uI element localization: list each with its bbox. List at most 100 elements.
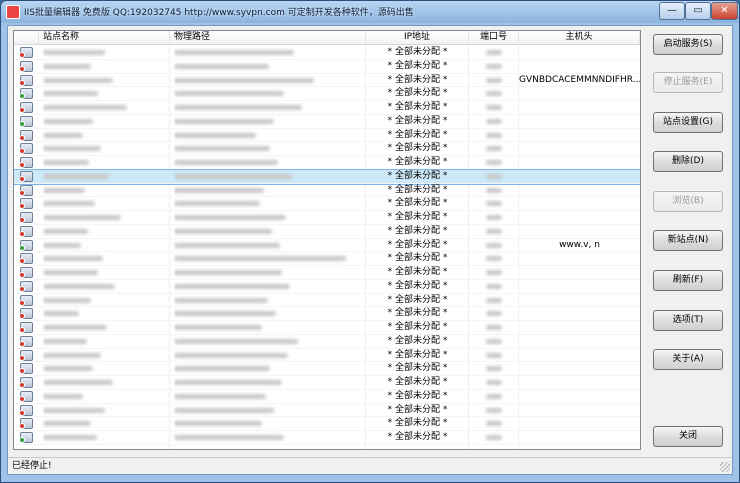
table-row[interactable]: * 全部未分配 * — [14, 197, 640, 211]
table-row[interactable]: * 全部未分配 * — [14, 349, 640, 363]
client-area: 站点名称 物理路径 IP地址 端口号 主机头 * 全部未分配 * * 全部未分配 … — [7, 25, 733, 475]
title-bar[interactable]: IIS批量编辑器 免费版 QQ:192032745 http://www.syv… — [1, 1, 739, 23]
host-header-cell — [519, 184, 640, 198]
column-header-name[interactable]: 站点名称 — [39, 31, 170, 45]
table-row[interactable]: * 全部未分配 * — [14, 142, 640, 156]
redacted-text — [486, 256, 502, 262]
close-button[interactable]: 关闭 — [653, 426, 723, 447]
table-row[interactable]: * 全部未分配 * — [14, 115, 640, 129]
redacted-text — [486, 132, 502, 138]
new-site-button[interactable]: 新站点(N) — [653, 230, 723, 251]
table-row[interactable]: * 全部未分配 * — [14, 252, 640, 266]
host-header-cell: www.v, n — [559, 239, 600, 250]
table-row[interactable]: * 全部未分配 * — [14, 156, 640, 170]
ip-address-cell: * 全部未分配 * — [387, 404, 448, 415]
stopped-status-icon — [20, 230, 25, 237]
website-icon — [20, 225, 33, 237]
port-cell — [469, 101, 519, 115]
table-row[interactable]: * 全部未分配 * — [14, 390, 640, 404]
ip-address-cell: * 全部未分配 * — [387, 74, 448, 85]
website-icon — [20, 294, 33, 306]
running-status-icon — [20, 93, 25, 100]
column-header-port[interactable]: 端口号 — [469, 31, 519, 45]
table-row[interactable]: * 全部未分配 * — [14, 431, 640, 445]
stopped-status-icon — [20, 368, 25, 375]
browse-button[interactable]: 浏览(B) — [653, 191, 723, 212]
redacted-text — [486, 160, 502, 165]
table-row[interactable]: * 全部未分配 * — [14, 101, 640, 115]
column-header-path[interactable]: 物理路径 — [170, 31, 366, 45]
table-row[interactable]: * 全部未分配 * — [14, 184, 640, 198]
site-name-cell — [43, 307, 168, 321]
redacted-text — [43, 283, 115, 289]
refresh-button[interactable]: 刷新(F) — [653, 270, 723, 291]
table-row[interactable]: * 全部未分配 * — [14, 211, 640, 225]
redacted-text — [486, 435, 502, 440]
table-row[interactable]: * 全部未分配 * — [14, 417, 640, 431]
port-cell — [469, 225, 519, 239]
close-window-button[interactable]: ✕ — [711, 2, 738, 20]
table-row[interactable]: * 全部未分配 * — [14, 60, 640, 74]
table-row[interactable]: * 全部未分配 * — [14, 280, 640, 294]
physical-path-cell — [174, 142, 366, 156]
host-header-cell — [519, 87, 640, 101]
table-row[interactable]: * 全部未分配 * GVNBDCACEMMNNDIFHR... — [14, 74, 640, 88]
site-status-icon — [20, 390, 34, 402]
start-service-button[interactable]: 启动服务(S) — [653, 34, 723, 55]
table-row[interactable]: * 全部未分配 * — [14, 129, 640, 143]
site-name-cell — [43, 376, 168, 390]
port-cell — [469, 60, 519, 74]
table-row[interactable]: * 全部未分配 * www.v, n — [14, 239, 640, 253]
host-header-cell — [519, 417, 640, 431]
about-button[interactable]: 关于(A) — [653, 349, 723, 370]
host-header-cell — [519, 294, 640, 308]
column-header-host[interactable]: 主机头 — [519, 31, 640, 45]
site-status-icon — [20, 47, 34, 58]
host-header-cell — [519, 335, 640, 349]
table-row[interactable]: * 全部未分配 * — [14, 362, 640, 376]
table-row[interactable]: * 全部未分配 * — [14, 307, 640, 321]
table-row[interactable]: * 全部未分配 * — [14, 321, 640, 335]
physical-path-cell — [174, 321, 366, 335]
stopped-status-icon — [20, 203, 25, 210]
redacted-text — [43, 63, 91, 69]
stopped-status-icon — [20, 189, 25, 196]
site-name-cell — [43, 417, 168, 431]
redacted-text — [486, 215, 502, 220]
site-status-icon — [20, 294, 34, 306]
table-row[interactable]: * 全部未分配 * — [14, 335, 640, 349]
ip-address-cell: * 全部未分配 * — [387, 184, 448, 195]
minimize-button[interactable]: — — [659, 2, 685, 20]
stopped-status-icon — [20, 299, 25, 306]
ip-address-cell: * 全部未分配 * — [387, 377, 448, 387]
resize-grip-icon[interactable] — [720, 462, 730, 472]
table-row[interactable]: * 全部未分配 * — [14, 87, 640, 101]
site-list[interactable]: 站点名称 物理路径 IP地址 端口号 主机头 * 全部未分配 * * 全部未分配 … — [13, 30, 641, 450]
stop-service-button[interactable]: 停止服务(E) — [653, 72, 723, 93]
redacted-text — [174, 421, 262, 427]
ip-address-cell: * 全部未分配 * — [387, 239, 448, 250]
table-row[interactable]: * 全部未分配 * — [14, 376, 640, 390]
ip-address-cell: * 全部未分配 * — [387, 115, 448, 126]
stopped-status-icon — [20, 272, 25, 278]
redacted-text — [43, 352, 101, 358]
table-row[interactable]: * 全部未分配 * — [14, 266, 640, 280]
redacted-text — [174, 407, 274, 413]
port-cell — [469, 335, 519, 349]
options-button[interactable]: 选项(T) — [653, 310, 723, 331]
physical-path-cell — [174, 170, 366, 184]
table-row[interactable]: * 全部未分配 * — [14, 46, 640, 60]
site-status-icon — [20, 349, 34, 361]
redacted-text — [174, 105, 302, 110]
redacted-text — [43, 160, 89, 165]
ip-address-cell: * 全部未分配 * — [387, 253, 448, 264]
column-header-icon[interactable] — [14, 31, 39, 45]
table-row[interactable]: * 全部未分配 * — [14, 168, 640, 185]
table-row[interactable]: * 全部未分配 * — [14, 404, 640, 418]
site-settings-button[interactable]: 站点设置(G) — [653, 112, 723, 133]
table-row[interactable]: * 全部未分配 * — [14, 225, 640, 239]
column-header-ip[interactable]: IP地址 — [366, 31, 469, 45]
table-row[interactable]: * 全部未分配 * — [14, 294, 640, 308]
maximize-button[interactable]: ▭ — [685, 2, 711, 20]
delete-button[interactable]: 删除(D) — [653, 151, 723, 172]
